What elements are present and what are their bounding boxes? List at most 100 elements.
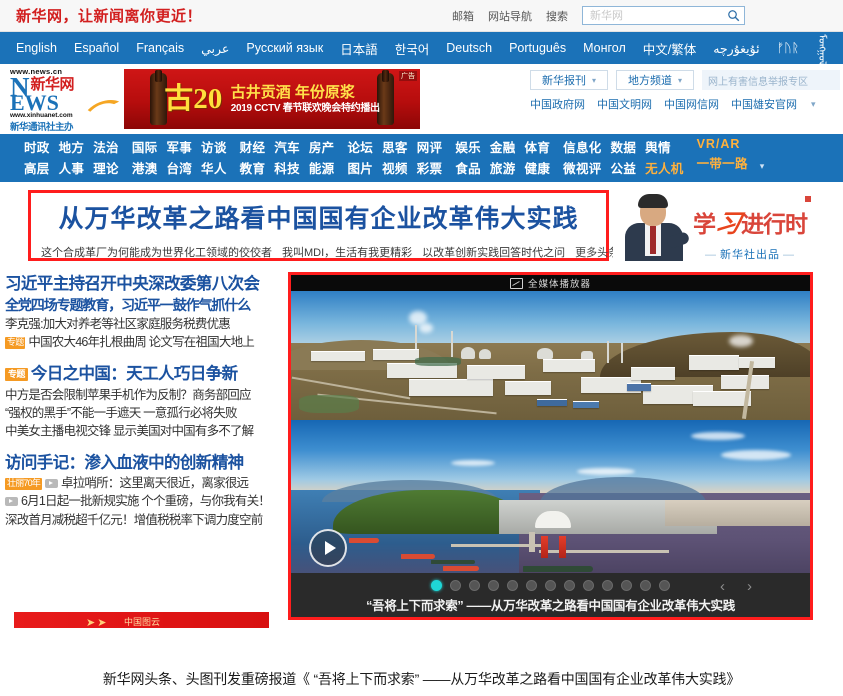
nav-shizheng[interactable]: 时政 [24,137,50,156]
nav-shipin-food[interactable]: 食品 [455,158,481,177]
headline-title[interactable]: 从万华改革之路看中国国有企业改革伟大实践 [31,199,606,235]
link-gov-cn[interactable]: 中国政府网 [530,96,585,112]
carousel-dot-12[interactable] [640,580,651,591]
chevron-left-icon[interactable]: ‹ [720,578,725,595]
search-icon[interactable] [725,7,742,24]
nav-guoji[interactable]: 国际 [132,137,158,156]
site-nav-link[interactable]: 网站导航 [488,8,532,24]
carousel-dot-5[interactable] [507,580,518,591]
list-item[interactable]: 专题 今日之中国：天工人巧日争新 [5,365,276,383]
play-icon[interactable] [309,529,347,567]
nav-fangtan[interactable]: 访谈 [201,137,227,156]
nav-caijing[interactable]: 财经 [240,137,266,156]
nav-caipiao[interactable]: 彩票 [417,158,443,177]
lang-japanese[interactable]: 日本語 [340,39,378,58]
search-input[interactable] [588,8,725,23]
nav-fazhi[interactable]: 法治 [93,137,119,156]
nav-jiankang[interactable]: 健康 [525,158,551,177]
nav-renshi[interactable]: 人事 [59,158,85,177]
lang-english[interactable]: English [16,41,57,55]
list-item[interactable]: 访问手记：渗入血液中的创新精神 [5,454,276,472]
headline-sub-1[interactable]: 这个合成革厂为何能成为世界化工领域的佼佼者 [41,244,272,260]
partner-links-chevron-down-icon[interactable]: ▾ [811,99,816,110]
nav-nengyuan[interactable]: 能源 [309,158,335,177]
nav-fangchan[interactable]: 房产 [309,137,335,156]
nav-tupian[interactable]: 图片 [347,158,373,177]
red-promo-bar[interactable]: ➤➤ 中国图云 [14,612,269,628]
lang-francais[interactable]: Français [136,41,184,55]
nav-wangping[interactable]: 网评 [417,137,443,156]
list-item[interactable]: 习近平主持召开中央深改委第八次会 [5,275,276,293]
carousel-dot-4[interactable] [488,580,499,591]
nav-gongyi[interactable]: 公益 [611,158,637,177]
carousel-dot-7[interactable] [545,580,556,591]
list-item[interactable]: 中方是否会限制苹果手机作为反制？商务部回应 [5,388,276,402]
ad-banner-gujing[interactable]: 古20 古井贡酒 年份原浆 2019 CCTV 春节联欢晚会特约播出 广告 [124,69,420,129]
nav-shipin[interactable]: 视频 [382,158,408,177]
list-item[interactable]: 深改首月减税超千亿元！增值税税率下调力度空前 [5,513,276,527]
lang-russian[interactable]: Русский язык [246,41,323,55]
xi-study-banner[interactable]: 学习进行时 新华社出品 [613,190,841,261]
headline-sub-2[interactable]: 我叫MDI，生活有我更精彩 [282,244,412,260]
headline-sub-3[interactable]: 以改革创新实践回答时代之问 [422,244,565,260]
lang-portugues[interactable]: Português [509,41,566,55]
lang-mongol[interactable]: Монгол [583,41,626,55]
nav-lvyou[interactable]: 旅游 [490,158,516,177]
list-item[interactable]: 壮丽70年 卓拉哨所：这里离天很近，离家很远 [5,477,276,490]
list-item[interactable]: 中美女主播电视交锋 显示美国对中国有多不了解 [5,424,276,438]
nav-lilun[interactable]: 理论 [93,158,119,177]
nav-tiyu[interactable]: 体育 [525,137,551,156]
select-local-channels[interactable]: 地方频道 ▾ [616,70,694,90]
lang-tibetan[interactable]: ᚠᚢᚱ [777,41,800,55]
carousel-dot-10[interactable] [602,580,613,591]
nav-taiwan[interactable]: 台湾 [166,158,192,177]
nav-gaoceng[interactable]: 高层 [24,158,50,177]
nav-weishiping[interactable]: 微视评 [563,158,601,177]
report-notice[interactable]: 网上有害信息举报专区 [702,70,840,90]
nav-luntan[interactable]: 论坛 [347,137,373,156]
nav-belt-road[interactable]: 一带一路 [697,153,748,172]
list-item[interactable]: “强权的黑手”不能一手遮天 一意孤行必将失败 [5,406,276,420]
nav-keji[interactable]: 科技 [274,158,300,177]
list-item[interactable]: 全党四场专题教育，习近平一鼓作气抓什么 [5,298,276,313]
nav-chevron-down-icon[interactable]: ▾ [760,161,765,172]
nav-sike[interactable]: 思客 [382,137,408,156]
nav-qiche[interactable]: 汽车 [274,137,300,156]
mail-link[interactable]: 邮箱 [452,8,474,24]
nav-xinxihua[interactable]: 信息化 [563,137,601,156]
nav-huaren[interactable]: 华人 [201,158,227,177]
lang-espanol[interactable]: Español [74,41,119,55]
media-player-caption[interactable]: “吾将上下而求索” ——从万华改革之路看中国国有企业改革伟大实践 [291,595,810,614]
lang-uyghur[interactable]: ئۇيغۇرچە [713,41,759,56]
nav-jiaoyu[interactable]: 教育 [240,158,266,177]
carousel-dot-8[interactable] [564,580,575,591]
nav-shuju[interactable]: 数据 [611,137,637,156]
link-xiongan[interactable]: 中国雄安官网 [731,96,797,112]
list-item[interactable]: 6月1日起一批新规实施 个个重磅，与你我有关！ [5,495,276,508]
slide-coastal-bay[interactable] [291,420,810,579]
link-cac[interactable]: 中国网信网 [664,96,719,112]
list-item[interactable]: 专题 中国农大46年扎根曲周 论文写在祖国大地上 [5,335,276,349]
nav-wurenji[interactable]: 无人机 [645,158,683,177]
carousel-dot-3[interactable] [469,580,480,591]
lang-arabic[interactable]: عربي [201,41,229,56]
carousel-dot-6[interactable] [526,580,537,591]
carousel-dot-13[interactable] [659,580,670,591]
list-item[interactable]: 李克强:加大对养老等社区家庭服务税费优惠 [5,317,276,331]
lang-mongolian-script[interactable]: ᠮᠣᠩᠭᠣᠯ [816,34,827,64]
select-xinhua-publications[interactable]: 新华报刊 ▾ [530,70,608,90]
carousel-dot-9[interactable] [583,580,594,591]
search-box[interactable] [582,6,745,25]
nav-jinrong[interactable]: 金融 [490,137,516,156]
nav-junshi[interactable]: 军事 [166,137,192,156]
carousel-dot-1[interactable] [431,580,442,591]
link-wenming[interactable]: 中国文明网 [597,96,652,112]
nav-yule[interactable]: 娱乐 [455,137,481,156]
lang-deutsch[interactable]: Deutsch [446,41,492,55]
xinhua-logo[interactable]: www.news.cn N 新华网 EWS www.xinhuanet.com … [10,67,120,133]
lang-korean[interactable]: 한국어 [395,39,430,58]
nav-vr-ar[interactable]: VR/AR [697,137,741,151]
slide-industrial-plant[interactable] [291,291,810,420]
nav-gangao[interactable]: 港澳 [132,158,158,177]
lang-chinese-traditional[interactable]: 中文/繁体 [643,39,696,58]
